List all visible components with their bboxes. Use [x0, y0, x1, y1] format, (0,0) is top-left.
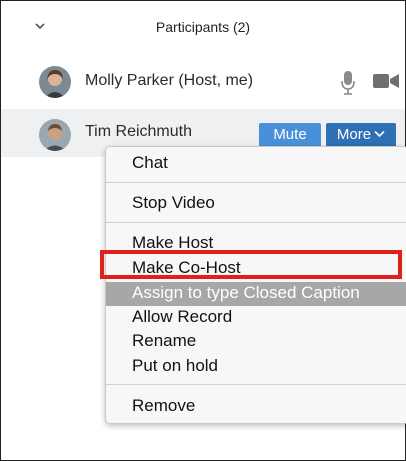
- participant-row[interactable]: Molly Parker (Host, me): [1, 57, 405, 107]
- menu-item-rename[interactable]: Rename: [132, 331, 196, 351]
- more-button-label: More: [336, 126, 372, 143]
- menu-item-assign-closed-caption[interactable]: Assign to type Closed Caption: [132, 283, 360, 303]
- more-button[interactable]: More: [326, 123, 396, 147]
- panel-header: Participants (2): [1, 1, 405, 51]
- participant-name: Molly Parker (Host, me): [85, 72, 254, 89]
- menu-separator: [106, 222, 406, 223]
- menu-separator: [106, 182, 406, 183]
- participants-panel: Participants (2) Molly Parker (Host, me): [0, 0, 406, 461]
- annotation-highlight-box: [100, 250, 402, 279]
- panel-title: Participants (2): [155, 19, 251, 35]
- menu-separator: [106, 384, 406, 385]
- avatar: [39, 66, 71, 98]
- menu-item-remove[interactable]: Remove: [132, 396, 195, 416]
- chevron-down-icon: [374, 130, 385, 138]
- menu-item-put-on-hold[interactable]: Put on hold: [132, 356, 218, 376]
- mute-button[interactable]: Mute: [259, 123, 321, 147]
- participant-context-menu: Chat Stop Video Make Host Make Co-Host A…: [105, 146, 406, 424]
- avatar: [39, 119, 71, 151]
- menu-item-chat[interactable]: Chat: [132, 153, 168, 173]
- microphone-icon[interactable]: [341, 69, 355, 97]
- video-camera-icon[interactable]: [373, 73, 399, 89]
- participant-name: Tim Reichmuth: [85, 123, 192, 140]
- menu-item-stop-video[interactable]: Stop Video: [132, 193, 215, 213]
- menu-item-allow-record[interactable]: Allow Record: [132, 307, 232, 327]
